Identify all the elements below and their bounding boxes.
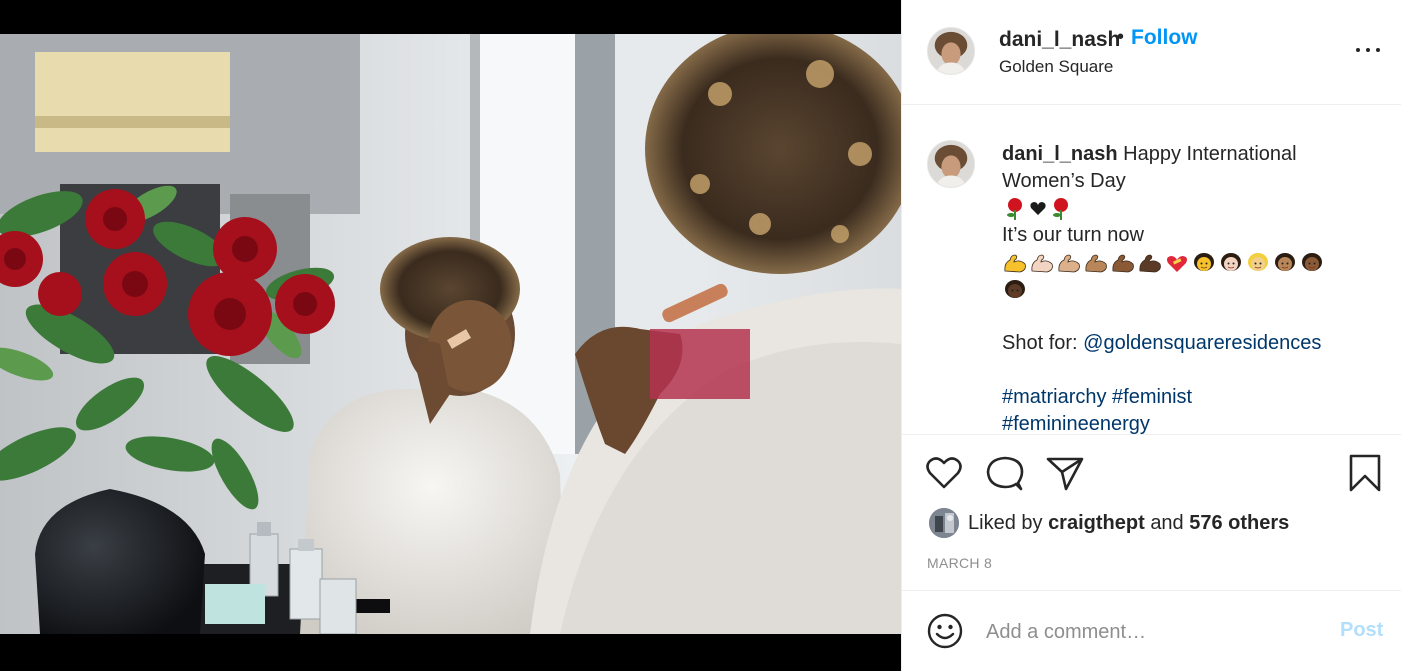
rose-emoji — [1048, 197, 1074, 221]
flexed-biceps-emoji — [1002, 251, 1028, 275]
flexed-biceps-medium-light-emoji — [1056, 251, 1082, 275]
heart-icon[interactable] — [924, 453, 964, 493]
person-blond-emoji — [1245, 251, 1271, 275]
post-button[interactable]: Post — [1340, 619, 1383, 642]
flexed-biceps-medium-dark-emoji — [1110, 251, 1136, 275]
person-light-emoji — [1218, 251, 1244, 275]
heart-ribbon-emoji — [1164, 251, 1190, 275]
flexed-biceps-dark-emoji — [1137, 251, 1163, 275]
black-heart-emoji — [1029, 197, 1047, 221]
photo-woman-mirror-roses — [0, 34, 901, 634]
post-media[interactable] — [0, 0, 901, 671]
caption-username[interactable]: dani_l_nash — [1002, 143, 1118, 165]
caption-line-2: Women’s Day — [1002, 170, 1126, 192]
caption-text: dani_l_nash Happy International Women’s … — [1002, 141, 1362, 434]
liked-by-user[interactable]: craigthept — [1048, 512, 1145, 535]
comment-icon[interactable] — [985, 453, 1025, 493]
caption-line-1: Happy International — [1123, 143, 1297, 165]
hashtag-link[interactable]: #feminineenergy — [1002, 413, 1150, 434]
post-location[interactable]: Golden Square — [999, 57, 1113, 77]
liked-by-label: Liked by — [968, 511, 1043, 534]
person-medium-emoji — [1272, 251, 1298, 275]
share-icon[interactable] — [1045, 453, 1085, 493]
caption-avatar[interactable] — [927, 140, 975, 188]
separator-dot: • — [1117, 26, 1125, 48]
more-options-icon[interactable] — [1354, 40, 1382, 60]
avatar-image — [928, 28, 974, 74]
flexed-biceps-light-emoji — [1029, 251, 1055, 275]
post-date[interactable]: MARCH 8 — [927, 555, 992, 571]
hashtag-link[interactable]: #feminist — [1112, 386, 1192, 408]
liker-avatar[interactable] — [929, 508, 959, 538]
mention-link[interactable]: @goldensquareresidences — [1083, 332, 1321, 354]
emoji-row-roses — [1002, 195, 1362, 222]
avatar[interactable] — [927, 27, 975, 75]
emoji-row-extra — [1002, 276, 1362, 303]
emoji-row-biceps — [1002, 249, 1362, 276]
post-username[interactable]: dani_l_nash — [999, 28, 1120, 52]
likes-summary: Liked by craigthept and 576 others — [929, 508, 1289, 538]
caption-line-turn: It’s our turn now — [1002, 224, 1144, 246]
post-side-panel: dani_l_nash • Follow Golden Square dani_… — [901, 0, 1401, 671]
emoji-icon[interactable] — [926, 612, 964, 650]
rose-emoji — [1002, 197, 1028, 221]
flexed-biceps-medium-emoji — [1083, 251, 1109, 275]
avatar-image — [928, 141, 974, 187]
post-actions: Liked by craigthept and 576 others MARCH… — [902, 436, 1401, 591]
post-photo[interactable] — [0, 34, 901, 634]
bookmark-icon[interactable] — [1345, 453, 1385, 493]
comment-input[interactable] — [986, 616, 1316, 648]
person-medium-dark-emoji — [1299, 251, 1325, 275]
others-count[interactable]: 576 others — [1189, 512, 1289, 535]
caption-area: dani_l_nash Happy International Women’s … — [902, 105, 1401, 435]
post-header: dani_l_nash • Follow Golden Square — [902, 0, 1401, 105]
and-label: and — [1150, 511, 1184, 534]
follow-button[interactable]: Follow — [1131, 26, 1198, 50]
shot-for-label: Shot for: — [1002, 332, 1078, 354]
person-dark-emoji — [1002, 278, 1028, 302]
comment-bar: Post — [902, 592, 1401, 671]
hashtag-link[interactable]: #matriarchy — [1002, 386, 1106, 408]
person-emoji — [1191, 251, 1217, 275]
